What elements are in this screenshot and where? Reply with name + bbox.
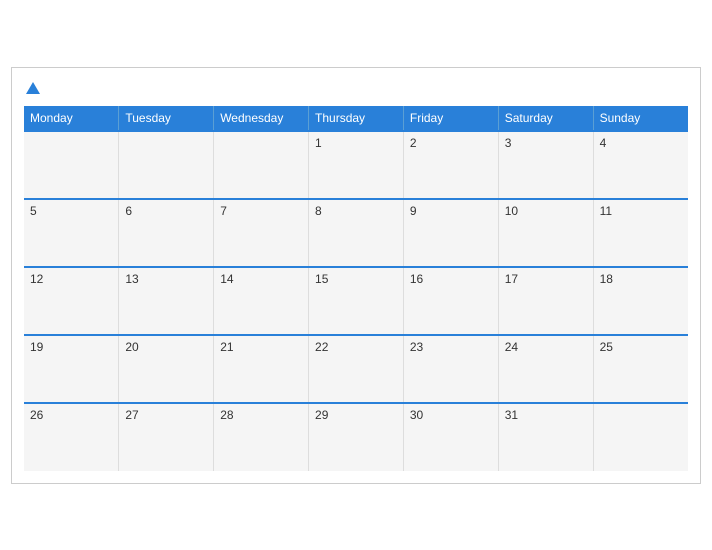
calendar-cell: 17	[498, 267, 593, 335]
calendar-cell: 27	[119, 403, 214, 471]
weekday-header-friday: Friday	[403, 106, 498, 131]
day-number: 10	[505, 204, 518, 218]
weekday-header-thursday: Thursday	[309, 106, 404, 131]
day-number: 28	[220, 408, 233, 422]
day-number: 17	[505, 272, 518, 286]
day-number: 8	[315, 204, 322, 218]
calendar-cell	[214, 131, 309, 199]
weekday-header-monday: Monday	[24, 106, 119, 131]
day-number: 7	[220, 204, 227, 218]
day-number: 2	[410, 136, 417, 150]
day-number: 27	[125, 408, 138, 422]
day-number: 12	[30, 272, 43, 286]
calendar-cell: 7	[214, 199, 309, 267]
calendar-cell: 16	[403, 267, 498, 335]
calendar-cell: 11	[593, 199, 688, 267]
day-number: 11	[600, 204, 612, 218]
calendar-cell: 12	[24, 267, 119, 335]
calendar-week-row: 19 20 21 22 23 24 25	[24, 335, 688, 403]
calendar-cell: 2	[403, 131, 498, 199]
calendar-cell: 26	[24, 403, 119, 471]
calendar-week-row: 12 13 14 15 16 17 18	[24, 267, 688, 335]
day-number: 30	[410, 408, 423, 422]
day-number: 25	[600, 340, 613, 354]
day-number: 4	[600, 136, 607, 150]
calendar-grid: MondayTuesdayWednesdayThursdayFridaySatu…	[24, 106, 688, 471]
weekday-header-tuesday: Tuesday	[119, 106, 214, 131]
calendar-cell: 4	[593, 131, 688, 199]
weekday-header-row: MondayTuesdayWednesdayThursdayFridaySatu…	[24, 106, 688, 131]
day-number: 9	[410, 204, 417, 218]
day-number: 21	[220, 340, 233, 354]
day-number: 3	[505, 136, 512, 150]
calendar-cell: 15	[309, 267, 404, 335]
calendar-cell: 5	[24, 199, 119, 267]
day-number: 20	[125, 340, 138, 354]
calendar-cell: 9	[403, 199, 498, 267]
day-number: 16	[410, 272, 423, 286]
calendar-header	[24, 78, 688, 98]
logo-area	[24, 82, 40, 94]
day-number: 6	[125, 204, 132, 218]
calendar-cell: 25	[593, 335, 688, 403]
day-number: 18	[600, 272, 613, 286]
calendar-week-row: 26 27 28 29 30 31	[24, 403, 688, 471]
calendar-cell: 29	[309, 403, 404, 471]
day-number: 26	[30, 408, 43, 422]
calendar-cell	[24, 131, 119, 199]
calendar-week-row: 5 6 7 8 9 10 11	[24, 199, 688, 267]
calendar-cell: 10	[498, 199, 593, 267]
calendar-cell: 3	[498, 131, 593, 199]
calendar-cell: 8	[309, 199, 404, 267]
calendar-cell: 24	[498, 335, 593, 403]
calendar-container: MondayTuesdayWednesdayThursdayFridaySatu…	[11, 67, 701, 484]
day-number: 15	[315, 272, 328, 286]
calendar-cell	[119, 131, 214, 199]
calendar-cell: 18	[593, 267, 688, 335]
calendar-cell: 28	[214, 403, 309, 471]
calendar-cell: 21	[214, 335, 309, 403]
logo-triangle-icon	[26, 82, 40, 94]
calendar-cell: 23	[403, 335, 498, 403]
weekday-header-saturday: Saturday	[498, 106, 593, 131]
calendar-cell: 14	[214, 267, 309, 335]
day-number: 14	[220, 272, 233, 286]
day-number: 31	[505, 408, 518, 422]
calendar-cell: 19	[24, 335, 119, 403]
calendar-cell: 30	[403, 403, 498, 471]
calendar-cell: 22	[309, 335, 404, 403]
day-number: 24	[505, 340, 518, 354]
day-number: 5	[30, 204, 37, 218]
weekday-header-wednesday: Wednesday	[214, 106, 309, 131]
day-number: 19	[30, 340, 43, 354]
calendar-cell: 20	[119, 335, 214, 403]
day-number: 29	[315, 408, 328, 422]
day-number: 22	[315, 340, 328, 354]
day-number: 23	[410, 340, 423, 354]
calendar-week-row: 1 2 3 4	[24, 131, 688, 199]
calendar-cell: 6	[119, 199, 214, 267]
calendar-cell: 31	[498, 403, 593, 471]
day-number: 1	[315, 136, 322, 150]
calendar-cell: 1	[309, 131, 404, 199]
weekday-header-sunday: Sunday	[593, 106, 688, 131]
day-number: 13	[125, 272, 138, 286]
calendar-cell	[593, 403, 688, 471]
calendar-cell: 13	[119, 267, 214, 335]
